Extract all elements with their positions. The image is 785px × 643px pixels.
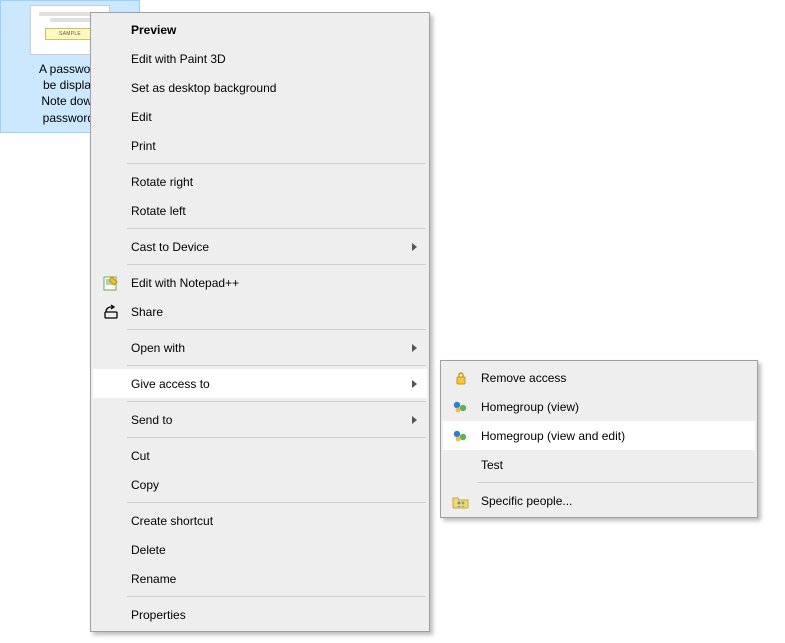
menu-item-label: Create shortcut [131, 514, 213, 528]
menu-item-open-with[interactable]: Open with [93, 333, 427, 362]
menu-item-label: Set as desktop background [131, 81, 276, 95]
menu-item-rename[interactable]: Rename [93, 564, 427, 593]
menu-separator [127, 264, 426, 265]
menu-separator [127, 502, 426, 503]
menu-item-print[interactable]: Print [93, 131, 427, 160]
submenu-arrow-icon [412, 344, 417, 352]
menu-item-preview[interactable]: Preview [93, 15, 427, 44]
menu-item-send-to[interactable]: Send to [93, 405, 427, 434]
submenu-item-remove-access[interactable]: Remove access [443, 363, 755, 392]
menu-item-label: Delete [131, 543, 166, 557]
menu-item-share[interactable]: Share [93, 297, 427, 326]
submenu-item-test[interactable]: Test [443, 450, 755, 479]
menu-item-label: Rotate right [131, 175, 193, 189]
menu-separator [127, 163, 426, 164]
menu-item-give-access[interactable]: Give access to [93, 369, 427, 398]
menu-item-label: Copy [131, 478, 159, 492]
menu-item-label: Share [131, 305, 163, 319]
menu-item-edit-notepadpp[interactable]: Edit with Notepad++ [93, 268, 427, 297]
menu-item-edit[interactable]: Edit [93, 102, 427, 131]
menu-item-label: Specific people... [481, 494, 572, 508]
menu-separator [477, 482, 754, 483]
menu-separator [127, 365, 426, 366]
menu-separator [127, 437, 426, 438]
submenu-arrow-icon [412, 243, 417, 251]
menu-item-create-shortcut[interactable]: Create shortcut [93, 506, 427, 535]
homegroup-icon [452, 398, 470, 416]
submenu-item-specific-people[interactable]: Specific people... [443, 486, 755, 515]
menu-separator [127, 596, 426, 597]
menu-item-set-background[interactable]: Set as desktop background [93, 73, 427, 102]
menu-item-rotate-right[interactable]: Rotate right [93, 167, 427, 196]
menu-item-label: Cut [131, 449, 150, 463]
homegroup-icon [452, 427, 470, 445]
menu-item-label: Homegroup (view) [481, 400, 579, 414]
menu-item-label: Homegroup (view and edit) [481, 429, 625, 443]
context-menu: Preview Edit with Paint 3D Set as deskto… [90, 12, 430, 632]
submenu-arrow-icon [412, 416, 417, 424]
menu-separator [127, 401, 426, 402]
menu-item-properties[interactable]: Properties [93, 600, 427, 629]
menu-item-label: Cast to Device [131, 240, 209, 254]
submenu-give-access: Remove access Homegroup (view) Homegroup… [440, 360, 758, 518]
submenu-item-homegroup-edit[interactable]: Homegroup (view and edit) [443, 421, 755, 450]
notepadpp-icon [102, 274, 120, 292]
people-folder-icon [452, 492, 470, 510]
menu-item-edit-paint3d[interactable]: Edit with Paint 3D [93, 44, 427, 73]
menu-item-label: Edit with Notepad++ [131, 276, 239, 290]
file-label-line: be display [43, 78, 97, 92]
menu-item-label: Remove access [481, 371, 566, 385]
menu-item-cast[interactable]: Cast to Device [93, 232, 427, 261]
menu-item-delete[interactable]: Delete [93, 535, 427, 564]
lock-icon [452, 369, 470, 387]
menu-item-label: Test [481, 458, 503, 472]
share-icon [102, 303, 120, 321]
menu-item-label: Edit [131, 110, 152, 124]
menu-separator [127, 329, 426, 330]
menu-item-label: Properties [131, 608, 186, 622]
menu-item-label: Give access to [131, 377, 210, 391]
menu-item-rotate-left[interactable]: Rotate left [93, 196, 427, 225]
menu-item-label: Send to [131, 413, 172, 427]
menu-item-copy[interactable]: Copy [93, 470, 427, 499]
menu-item-label: Preview [131, 23, 176, 37]
submenu-arrow-icon [412, 380, 417, 388]
menu-item-label: Open with [131, 341, 185, 355]
submenu-item-homegroup-view[interactable]: Homegroup (view) [443, 392, 755, 421]
menu-item-cut[interactable]: Cut [93, 441, 427, 470]
menu-item-label: Rotate left [131, 204, 186, 218]
menu-item-label: Print [131, 139, 156, 153]
menu-item-label: Edit with Paint 3D [131, 52, 226, 66]
menu-item-label: Rename [131, 572, 176, 586]
menu-separator [127, 228, 426, 229]
